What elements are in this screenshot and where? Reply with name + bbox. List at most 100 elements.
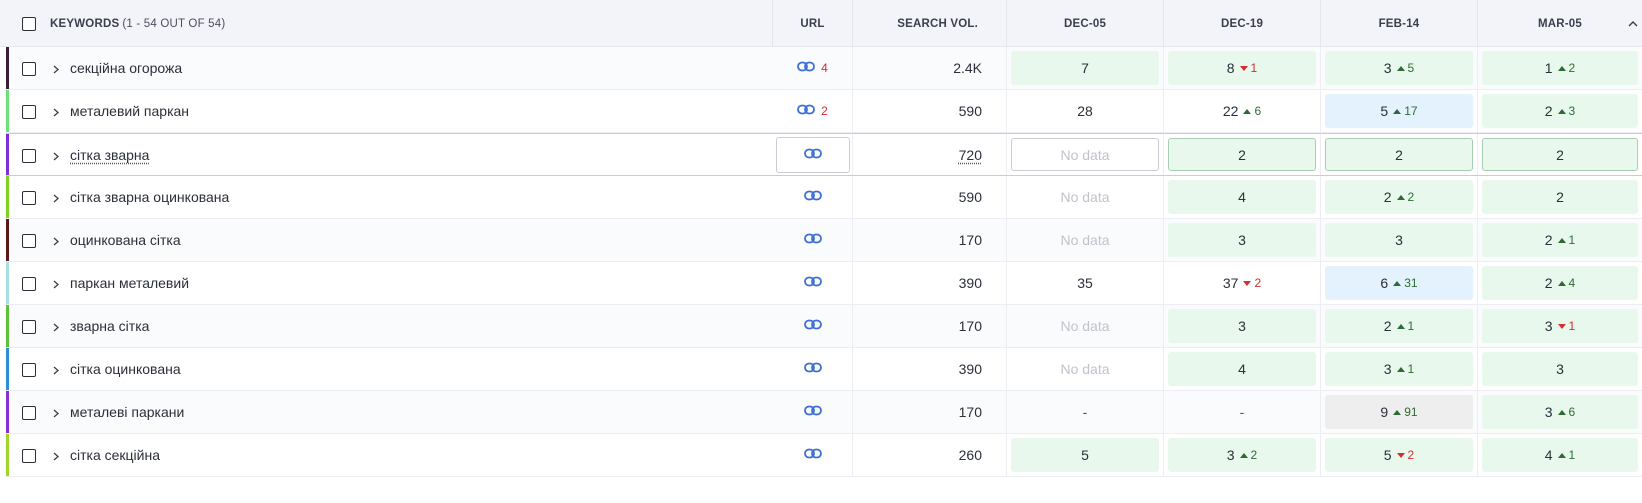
- position-value-box[interactable]: 2: [1482, 180, 1638, 214]
- table-row[interactable]: секційна огорожа 4 2.4K 7 8 1 3 5 1 2: [6, 47, 1642, 90]
- chevron-right-icon[interactable]: [49, 147, 63, 165]
- position-value-box[interactable]: 6 31: [1325, 266, 1473, 300]
- chevron-right-icon[interactable]: [49, 447, 63, 465]
- select-all-checkbox[interactable]: [22, 16, 36, 31]
- table-row[interactable]: металеві паркани 170- -9 91 3 6: [6, 391, 1642, 434]
- position-value-box[interactable]: 3: [1325, 223, 1473, 257]
- chevron-right-icon[interactable]: [49, 232, 63, 250]
- chevron-right-icon[interactable]: [49, 189, 63, 207]
- position-value-box[interactable]: 31: [1482, 309, 1638, 343]
- position-value-box[interactable]: 36: [1482, 395, 1638, 429]
- keyword-text[interactable]: сітка зварна: [70, 134, 149, 175]
- link-icon[interactable]: [803, 403, 822, 421]
- keyword-text[interactable]: оцинкована сітка: [70, 219, 181, 261]
- position-value-box[interactable]: 7: [1011, 51, 1159, 85]
- position-value-box[interactable]: 3: [1482, 352, 1638, 386]
- link-icon[interactable]: [803, 317, 822, 335]
- chevron-right-icon[interactable]: [49, 361, 63, 379]
- position-value-box[interactable]: 32: [1168, 438, 1316, 472]
- row-checkbox[interactable]: [22, 105, 36, 119]
- position-value-box[interactable]: 35: [1011, 266, 1159, 300]
- position-value-box[interactable]: 5 17: [1325, 94, 1473, 128]
- table-row[interactable]: оцинкована сітка 170 No data 3 3 2 1: [6, 219, 1642, 262]
- position-cell: 37 2: [1164, 262, 1321, 304]
- position-value-box[interactable]: 21: [1325, 309, 1473, 343]
- header-keywords-label[interactable]: KEYWORDS: [50, 18, 119, 30]
- position-value-box[interactable]: No data: [1011, 138, 1159, 171]
- url-link-button[interactable]: [775, 136, 850, 173]
- link-icon[interactable]: [803, 188, 822, 206]
- table-row[interactable]: зварна сітка 170 No data 3 2 1 3 1: [6, 305, 1642, 348]
- header-date-2[interactable]: DEC-19: [1164, 0, 1321, 47]
- keyword-text[interactable]: металеві паркани: [70, 391, 184, 433]
- table-row[interactable]: сітка зварна оцинкована 590 No data 4 2 2 2: [6, 176, 1642, 219]
- position-value-box[interactable]: 24: [1482, 266, 1638, 300]
- link-icon[interactable]: [803, 360, 822, 378]
- chevron-up-icon[interactable]: [1624, 0, 1642, 47]
- link-icon[interactable]: [803, 274, 822, 292]
- table-row[interactable]: сітка секційна 260 5 3 2 5 2 4 1: [6, 434, 1642, 477]
- keyword-text[interactable]: сітка зварна оцинкована: [70, 176, 229, 218]
- position-value-box[interactable]: 52: [1325, 438, 1473, 472]
- position-value-box[interactable]: 2: [1168, 138, 1316, 171]
- row-checkbox[interactable]: [22, 320, 36, 334]
- position-value-box[interactable]: 41: [1482, 438, 1638, 472]
- position-value-box[interactable]: No data: [1011, 309, 1159, 343]
- header-url[interactable]: URL: [773, 0, 853, 47]
- position-value-box[interactable]: 2: [1482, 138, 1638, 171]
- position-value-box[interactable]: -: [1011, 395, 1159, 429]
- position-value-box[interactable]: 81: [1168, 51, 1316, 85]
- header-date-1[interactable]: DEC-05: [1007, 0, 1164, 47]
- position-value-box[interactable]: 4: [1168, 352, 1316, 386]
- position-value-box[interactable]: 23: [1482, 94, 1638, 128]
- position-value-box[interactable]: 22 6: [1168, 94, 1316, 128]
- table-row[interactable]: сітка зварна 720 No data 2 2 2: [6, 133, 1642, 176]
- row-checkbox[interactable]: [22, 191, 36, 205]
- link-icon[interactable]: [803, 231, 822, 249]
- chevron-right-icon[interactable]: [49, 103, 63, 121]
- position-value-box[interactable]: 37 2: [1168, 266, 1316, 300]
- keyword-text[interactable]: паркан металевий: [70, 262, 189, 304]
- position-value-box[interactable]: 21: [1482, 223, 1638, 257]
- row-checkbox[interactable]: [22, 406, 36, 420]
- position-value-box[interactable]: -: [1168, 395, 1316, 429]
- link-icon[interactable]: [797, 102, 816, 120]
- position-value-box[interactable]: 2: [1325, 138, 1473, 171]
- position-value-box[interactable]: 4: [1168, 180, 1316, 214]
- position-value-box[interactable]: 3: [1168, 223, 1316, 257]
- chevron-right-icon[interactable]: [49, 318, 63, 336]
- row-checkbox[interactable]: [22, 363, 36, 377]
- header-date-3[interactable]: FEB-14: [1321, 0, 1478, 47]
- position-value-box[interactable]: No data: [1011, 352, 1159, 386]
- table-row[interactable]: металевий паркан 2 590 28 22 6 5 17 2 3: [6, 90, 1642, 133]
- keyword-text[interactable]: секційна огорожа: [70, 47, 182, 89]
- chevron-right-icon[interactable]: [49, 404, 63, 422]
- position-value-box[interactable]: 31: [1325, 352, 1473, 386]
- header-search-volume[interactable]: SEARCH VOL.: [853, 0, 1007, 47]
- row-checkbox[interactable]: [22, 62, 36, 76]
- row-checkbox[interactable]: [22, 234, 36, 248]
- position-value-box[interactable]: 28: [1011, 94, 1159, 128]
- keyword-text[interactable]: сітка секційна: [70, 434, 160, 476]
- table-row[interactable]: паркан металевий 390 35 37 2 6 31 2 4: [6, 262, 1642, 305]
- keyword-text[interactable]: сітка оцинкована: [70, 348, 181, 390]
- chevron-right-icon[interactable]: [49, 275, 63, 293]
- row-checkbox[interactable]: [22, 149, 36, 163]
- position-value-box[interactable]: 35: [1325, 51, 1473, 85]
- position-value-box[interactable]: 9 91: [1325, 395, 1473, 429]
- header-date-4[interactable]: MAR-05: [1478, 0, 1642, 47]
- position-value-box[interactable]: 5: [1011, 438, 1159, 472]
- position-value-box[interactable]: 12: [1482, 51, 1638, 85]
- link-icon[interactable]: [797, 59, 816, 77]
- row-checkbox[interactable]: [22, 277, 36, 291]
- position-value-box[interactable]: 3: [1168, 309, 1316, 343]
- position-value-box[interactable]: No data: [1011, 180, 1159, 214]
- table-row[interactable]: сітка оцинкована 390 No data 4 3 1 3: [6, 348, 1642, 391]
- link-icon[interactable]: [803, 446, 822, 464]
- keyword-text[interactable]: металевий паркан: [70, 90, 189, 132]
- row-checkbox[interactable]: [22, 449, 36, 463]
- keyword-text[interactable]: зварна сітка: [70, 305, 149, 347]
- position-value-box[interactable]: No data: [1011, 223, 1159, 257]
- chevron-right-icon[interactable]: [49, 60, 63, 78]
- position-value-box[interactable]: 22: [1325, 180, 1473, 214]
